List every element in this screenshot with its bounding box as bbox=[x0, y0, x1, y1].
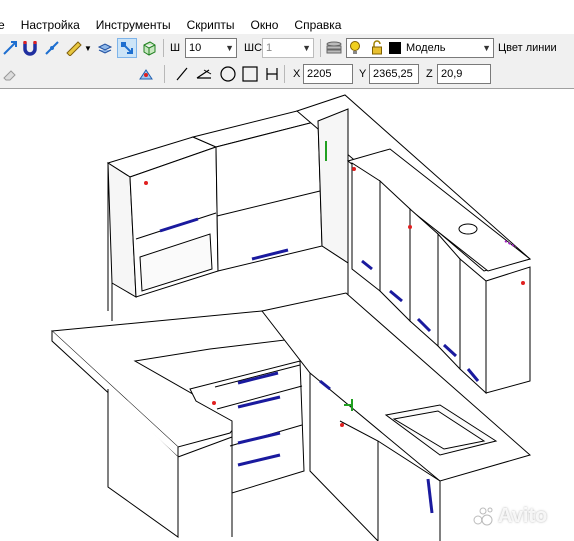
width-label: Ш bbox=[170, 42, 181, 54]
rectangle-tool-icon[interactable] bbox=[240, 64, 260, 84]
circle-tool-icon[interactable] bbox=[218, 64, 238, 84]
avito-logo-icon bbox=[473, 507, 493, 526]
upper-cabinet-left bbox=[106, 136, 219, 298]
width-combo[interactable]: 10 ▼ bbox=[185, 38, 237, 58]
shc-label: ШС bbox=[244, 42, 263, 54]
chevron-down-icon: ▼ bbox=[482, 43, 491, 53]
main-toolbar: ▼ Ш 10 ▼ ШС 1 ▼ Модель ▼ Цвет линии bbox=[0, 36, 574, 62]
menu-bar: е Настройка Инструменты Скрипты Окно Спр… bbox=[0, 0, 574, 34]
watermark: Avito bbox=[472, 505, 568, 527]
polyline-tool-icon[interactable] bbox=[194, 64, 214, 84]
line-color-label: Цвет линии bbox=[498, 42, 557, 54]
menu-window[interactable]: Окно bbox=[243, 18, 287, 32]
light-bulb-icon[interactable] bbox=[349, 40, 361, 62]
layer-name: Модель bbox=[406, 42, 446, 54]
select-arrow-icon[interactable] bbox=[0, 38, 20, 58]
layers-icon[interactable] bbox=[95, 38, 115, 58]
move-tool-icon[interactable] bbox=[117, 38, 137, 58]
shc-combo[interactable]: 1 ▼ bbox=[262, 38, 314, 58]
z-coord-field[interactable]: 20,9 bbox=[437, 64, 491, 84]
watermark-text: Avito bbox=[498, 504, 548, 527]
model-viewport[interactable] bbox=[0, 88, 574, 541]
ruler-icon[interactable] bbox=[64, 38, 84, 58]
x-label: X bbox=[293, 68, 301, 80]
width-value: 10 bbox=[189, 42, 202, 54]
y-coord-field[interactable]: 2365,25 bbox=[369, 64, 419, 84]
shc-value: 1 bbox=[266, 42, 273, 54]
eraser-icon[interactable] bbox=[0, 64, 20, 84]
layer-combo[interactable]: Модель ▼ bbox=[346, 38, 494, 58]
layer-stack-icon[interactable] bbox=[324, 38, 344, 58]
menu-tools[interactable]: Инструменты bbox=[88, 18, 179, 32]
line-snap-icon[interactable] bbox=[42, 38, 62, 58]
lock-icon[interactable] bbox=[371, 40, 383, 62]
x-coord-field[interactable]: 2205 bbox=[303, 64, 353, 84]
box-3d-icon[interactable] bbox=[139, 38, 159, 58]
menu-help[interactable]: Справка bbox=[286, 18, 349, 32]
menu-scripts[interactable]: Скрипты bbox=[179, 18, 243, 32]
draw-toolbar: X 2205 Y 2365,25 Z 20,9 bbox=[0, 62, 574, 88]
ruler-dropdown-icon[interactable]: ▼ bbox=[82, 38, 94, 58]
menu-settings[interactable]: Настройка bbox=[13, 18, 88, 32]
magnet-snap-icon[interactable] bbox=[20, 38, 40, 58]
line-tool-icon[interactable] bbox=[172, 64, 192, 84]
dimension-tool-icon[interactable] bbox=[262, 64, 282, 84]
chevron-down-icon: ▼ bbox=[225, 43, 234, 53]
kitchen-3d-model bbox=[50, 94, 532, 541]
chevron-down-icon: ▼ bbox=[302, 43, 311, 53]
menu-file-partial[interactable]: е bbox=[0, 18, 13, 32]
y-label: Y bbox=[359, 68, 367, 80]
snap-point-icon[interactable] bbox=[136, 64, 156, 84]
z-label: Z bbox=[426, 68, 433, 80]
layer-color-swatch bbox=[389, 42, 401, 54]
